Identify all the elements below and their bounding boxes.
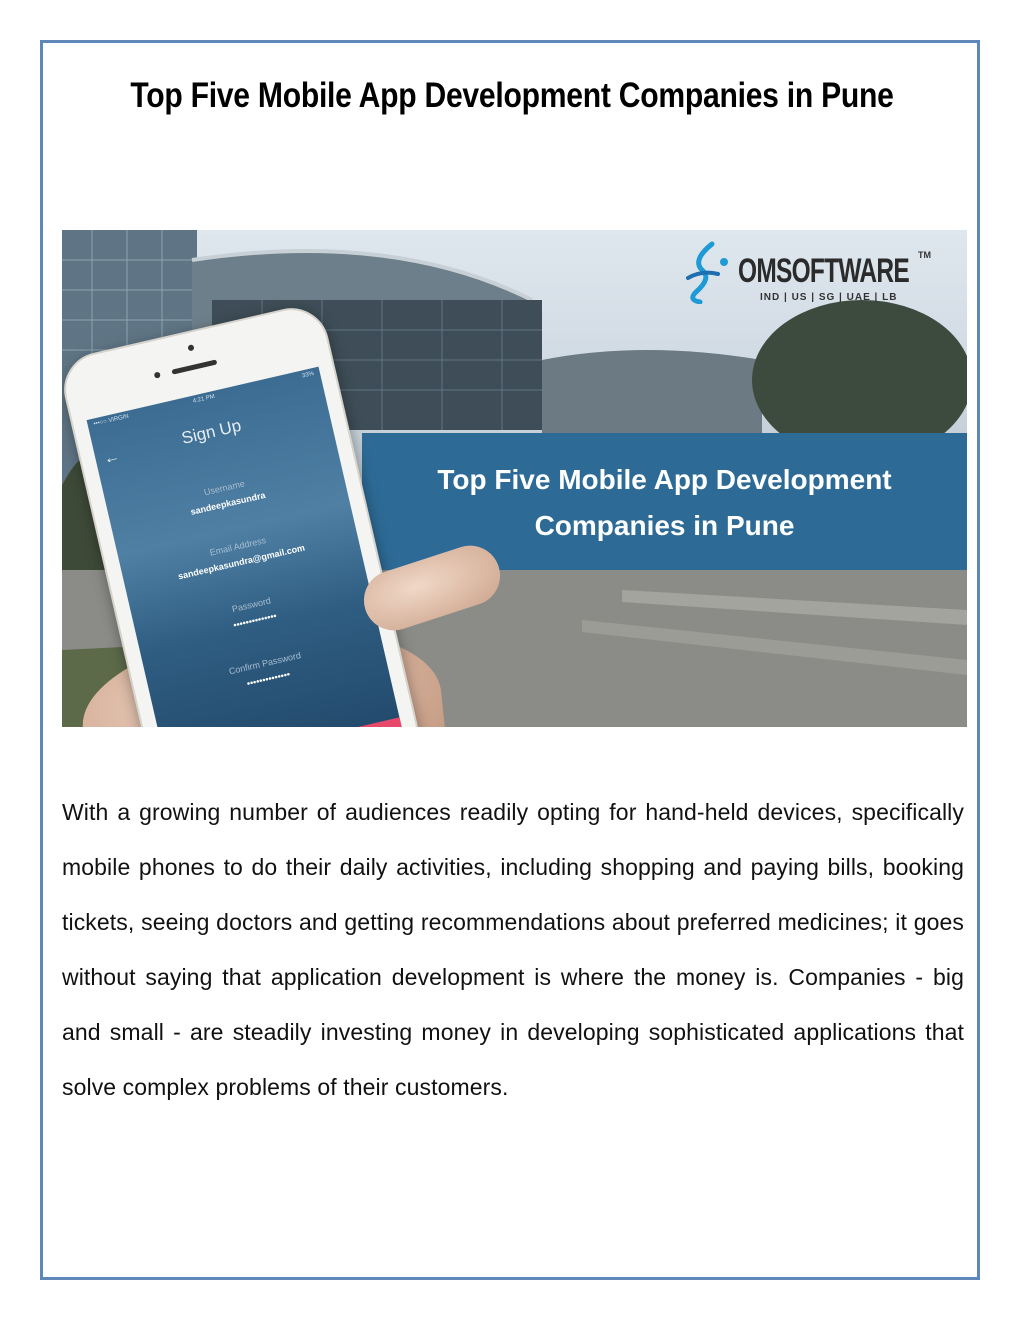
body-paragraph: With a growing number of audiences readi… [62, 799, 964, 1100]
banner-text: Top Five Mobile App Development Companie… [437, 464, 892, 541]
logo-brand: OMSOFTWARE [738, 252, 910, 290]
password-field: Password •••••••••••••• [134, 573, 372, 652]
document-title: Top Five Mobile App Development Companie… [130, 76, 894, 115]
logo-figure-icon [686, 241, 728, 304]
company-logo: OMSOFTWARE TM IND | US | SG | UAE | LB [682, 240, 932, 310]
logo-trademark: TM [918, 250, 931, 260]
confirm-password-field: Confirm Password •••••••••••••• [148, 632, 386, 711]
logo-locations: IND | US | SG | UAE | LB [760, 292, 898, 303]
email-field: Email Address sandeepkasundra@gmail.com [121, 515, 359, 594]
hero-image: OMSOFTWARE TM IND | US | SG | UAE | LB T… [62, 230, 967, 727]
username-field: Username sandeepkasundra [107, 456, 345, 535]
signup-button [341, 712, 409, 727]
battery-label: 33% [301, 370, 315, 380]
right-building [542, 350, 762, 435]
